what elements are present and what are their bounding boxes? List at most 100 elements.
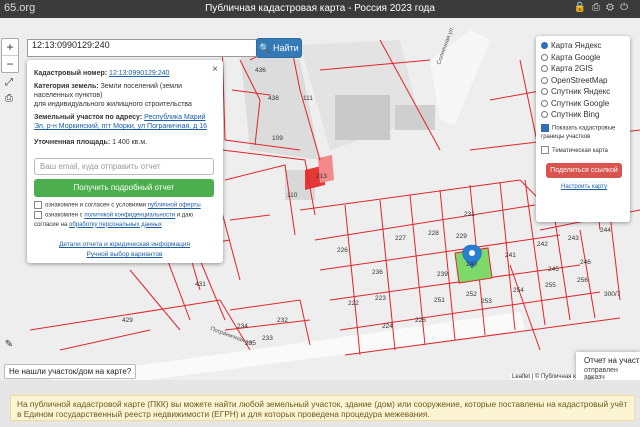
layer-radio[interactable]: [541, 111, 548, 119]
print-icon[interactable]: ⎙: [2, 92, 16, 106]
not-found-button[interactable]: Не нашли участок/дом на карте?: [4, 364, 137, 379]
parcel-number: 242: [537, 241, 548, 248]
report-popup-title: Отчет на участ: [584, 356, 640, 365]
category-row: Категория земель: Земли поселений (земли…: [34, 82, 215, 100]
privacy-link[interactable]: политикой конфиденциальности: [84, 213, 175, 219]
parcel-number: 110: [287, 192, 298, 199]
cadastral-number-row: Кадастровый номер: 12:13:0990129:240: [34, 69, 215, 78]
zoom-out-button[interactable]: −: [2, 56, 18, 72]
layer-radio[interactable]: [541, 53, 548, 61]
layer-option-label: Карта 2GIS: [551, 64, 593, 73]
parcel-number: 252: [466, 291, 477, 298]
find-button[interactable]: 🔍 Найти: [256, 38, 302, 58]
get-report-button[interactable]: Получить подробный отчет: [34, 179, 214, 197]
layer-option[interactable]: Карта 2GIS: [541, 63, 593, 74]
layer-radio[interactable]: [541, 76, 548, 84]
address-label: Земельный участок по адресу:: [34, 114, 143, 121]
thematic-map-checkbox[interactable]: [541, 146, 549, 155]
parcel-number: 234: [237, 323, 248, 330]
layer-option-label: OpenStreetMap: [551, 75, 608, 85]
parcel-number: 213: [316, 173, 327, 180]
cadastral-search-input[interactable]: 12:13:0990129:240: [27, 39, 259, 57]
layer-option-label: Спутник Яндекс: [551, 87, 611, 96]
address-row: Земельный участок по адресу: Республика …: [34, 113, 215, 131]
search-value: 12:13:0990129:240: [32, 40, 110, 50]
map-layers-panel: Карта Яндекс Карта Google Карта 2GIS OpenSt…: [536, 36, 630, 222]
manual-choice-row: Ручной выбор вариантов: [34, 250, 215, 259]
configure-map-link[interactable]: Настроить карту: [561, 184, 607, 190]
fullscreen-icon[interactable]: ⤢: [2, 76, 16, 90]
layer-option[interactable]: OpenStreetMap: [541, 75, 607, 86]
area-value: 1 400 кв.м.: [112, 139, 148, 146]
layer-option[interactable]: Карта Google: [541, 52, 600, 63]
toolbar-icons[interactable]: 🔒⎙⚙⏻: [574, 2, 634, 13]
layer-radio[interactable]: [541, 42, 548, 50]
layer-option-label: Спутник Google: [551, 98, 610, 108]
parcel-number: 228: [428, 230, 439, 237]
layer-option[interactable]: Спутник Яндекс: [541, 86, 610, 97]
layer-option[interactable]: Карта Яндекс: [541, 40, 602, 51]
show-borders-checkbox[interactable]: [541, 124, 549, 132]
personal-data-link[interactable]: обработку персональных данных: [69, 222, 162, 228]
parcel-number: 236: [372, 269, 383, 276]
parcel-number: 254: [513, 287, 524, 294]
privacy-checkbox[interactable]: [34, 211, 42, 219]
parcel-number: 109: [272, 135, 283, 142]
offer-link[interactable]: публичной оферты: [148, 203, 201, 209]
thematic-map-option[interactable]: Тематическая карта: [541, 146, 608, 157]
banner-message: На публичной кадастровой карте (ПКК) вы …: [10, 395, 635, 421]
manual-choice-link[interactable]: Ручной выбор вариантов: [87, 251, 163, 258]
ruler-icon[interactable]: ✎: [2, 338, 16, 352]
parcel-number: 231: [464, 211, 475, 218]
layer-radio[interactable]: [541, 99, 548, 107]
parcel-number: 251: [434, 297, 445, 304]
area-label: Уточненная площадь:: [34, 139, 111, 146]
thematic-map-label: Тематическая карта: [552, 148, 608, 154]
offer-agreement: ознакомлен и согласен с условиями публич…: [34, 201, 215, 211]
parcel-number: 239: [437, 271, 448, 278]
parcel-number: 232: [277, 317, 288, 324]
parcel-number: 225: [415, 317, 426, 324]
land-use-value: для индивидуального жилищного строительс…: [34, 101, 192, 108]
layer-option[interactable]: Спутник Bing: [541, 109, 599, 120]
offer-text: ознакомлен и согласен с условиями: [45, 202, 147, 209]
cadastral-number-link[interactable]: 12:13:0990129:240: [109, 70, 169, 77]
layer-option[interactable]: Спутник Google: [541, 98, 609, 109]
parcel-number: 429: [122, 317, 133, 324]
parcel-number: 222: [348, 300, 359, 307]
parcel-number: 253: [481, 298, 492, 305]
show-borders-label: Показать кадастровые границы участков: [541, 125, 616, 140]
parcel-number: 246: [580, 259, 591, 266]
show-borders-option[interactable]: Показать кадастровые границы участков: [541, 124, 627, 140]
search-icon: 🔍: [259, 43, 271, 53]
privacy-agreement: ознакомлен с политикой конфиденциальност…: [34, 211, 215, 230]
parcel-number: 256: [577, 277, 588, 284]
zoom-control: + −: [1, 38, 19, 73]
layer-radio[interactable]: [541, 88, 548, 96]
zoom-in-button[interactable]: +: [2, 39, 18, 56]
layer-option-label: Карта Яндекс: [551, 41, 602, 50]
layer-radio[interactable]: [541, 65, 548, 73]
parcel-number: 300/7: [604, 291, 621, 298]
share-link-button[interactable]: Поделиться ссылкой: [546, 163, 622, 178]
area-row: Уточненная площадь: 1 400 кв.м.: [34, 138, 215, 147]
page-title: Публичная кадастровая карта - Россия 202…: [205, 3, 435, 14]
parcel-number: 244: [600, 227, 611, 234]
offer-checkbox[interactable]: [34, 201, 42, 209]
cadastral-label: Кадастровый номер:: [34, 70, 108, 77]
report-details-link[interactable]: Детали отчета и юридическая информация: [59, 241, 190, 248]
parcel-number: 229: [456, 233, 467, 240]
find-button-label: Найти: [273, 43, 299, 53]
parcel-number: 111: [303, 95, 313, 102]
info-banner: На публичной кадастровой карте (ПКК) вы …: [0, 380, 640, 427]
title-bar: 65.org Публичная кадастровая карта - Рос…: [0, 0, 640, 18]
parcel-number: 241: [505, 252, 516, 259]
parcel-number: 224: [382, 323, 393, 330]
parcel-number: 255: [545, 282, 556, 289]
parcel-number: 223: [375, 295, 386, 302]
parcel-number: 431: [195, 281, 206, 288]
privacy-text: ознакомлен с: [45, 212, 83, 219]
parcel-number: 233: [262, 335, 273, 342]
email-field[interactable]: Ваш email, куда отправить отчет: [34, 158, 214, 175]
parcel-number: 245: [548, 266, 559, 273]
